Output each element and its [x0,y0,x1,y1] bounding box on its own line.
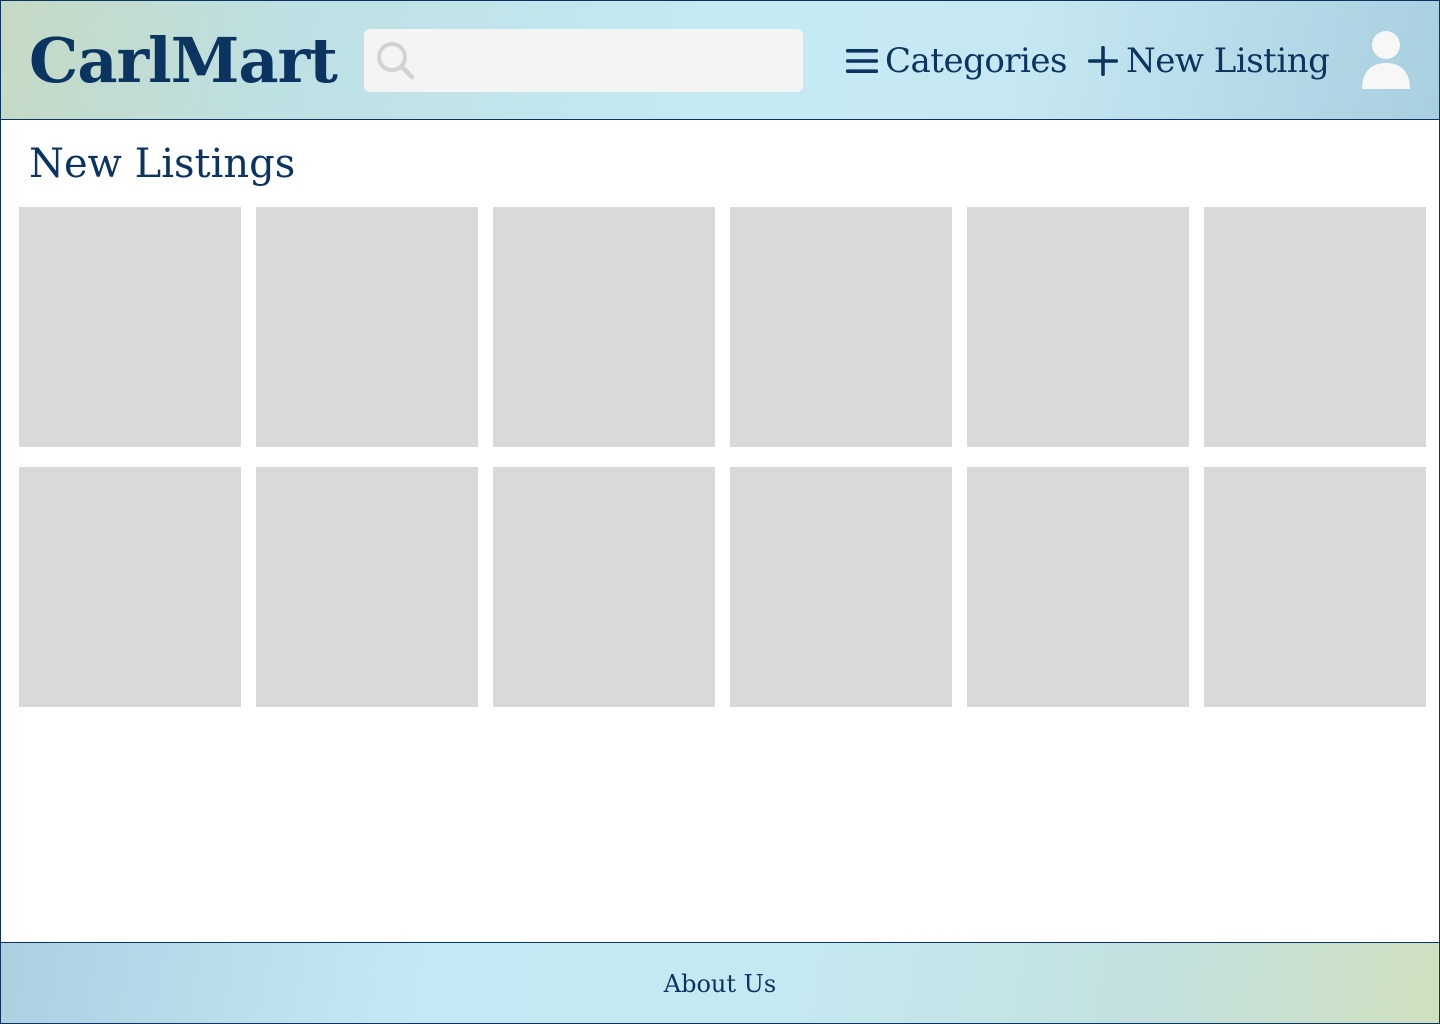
listing-card[interactable] [493,207,715,447]
menu-icon [846,49,878,73]
plus-icon [1088,46,1118,76]
top-header: CarlMart Categories New Listing [1,1,1439,120]
about-us-link[interactable]: About Us [1,969,1439,999]
search-bar[interactable] [364,29,803,92]
logo[interactable]: CarlMart [29,23,338,99]
listing-card[interactable] [493,467,715,707]
listing-card[interactable] [967,467,1189,707]
search-icon[interactable] [374,39,416,81]
listing-card[interactable] [967,207,1189,447]
categories-menu-button[interactable]: Categories [845,37,1068,85]
user-icon[interactable] [1359,29,1413,91]
listing-card[interactable] [1204,207,1426,447]
listing-card[interactable] [256,207,478,447]
listing-card[interactable] [19,467,241,707]
listing-card[interactable] [256,467,478,707]
page-title: New Listings [29,141,296,187]
listing-card[interactable] [1204,467,1426,707]
app-frame: CarlMart Categories New Listing New List… [0,0,1440,1024]
new-listing-button[interactable]: New Listing [1086,37,1330,85]
categories-label: Categories [885,41,1068,81]
footer: About Us [1,942,1439,1023]
new-listing-label: New Listing [1126,41,1330,81]
search-input[interactable] [420,29,790,92]
listing-card[interactable] [730,207,952,447]
listing-card[interactable] [19,207,241,447]
listing-card[interactable] [730,467,952,707]
listings-grid [19,207,1429,707]
